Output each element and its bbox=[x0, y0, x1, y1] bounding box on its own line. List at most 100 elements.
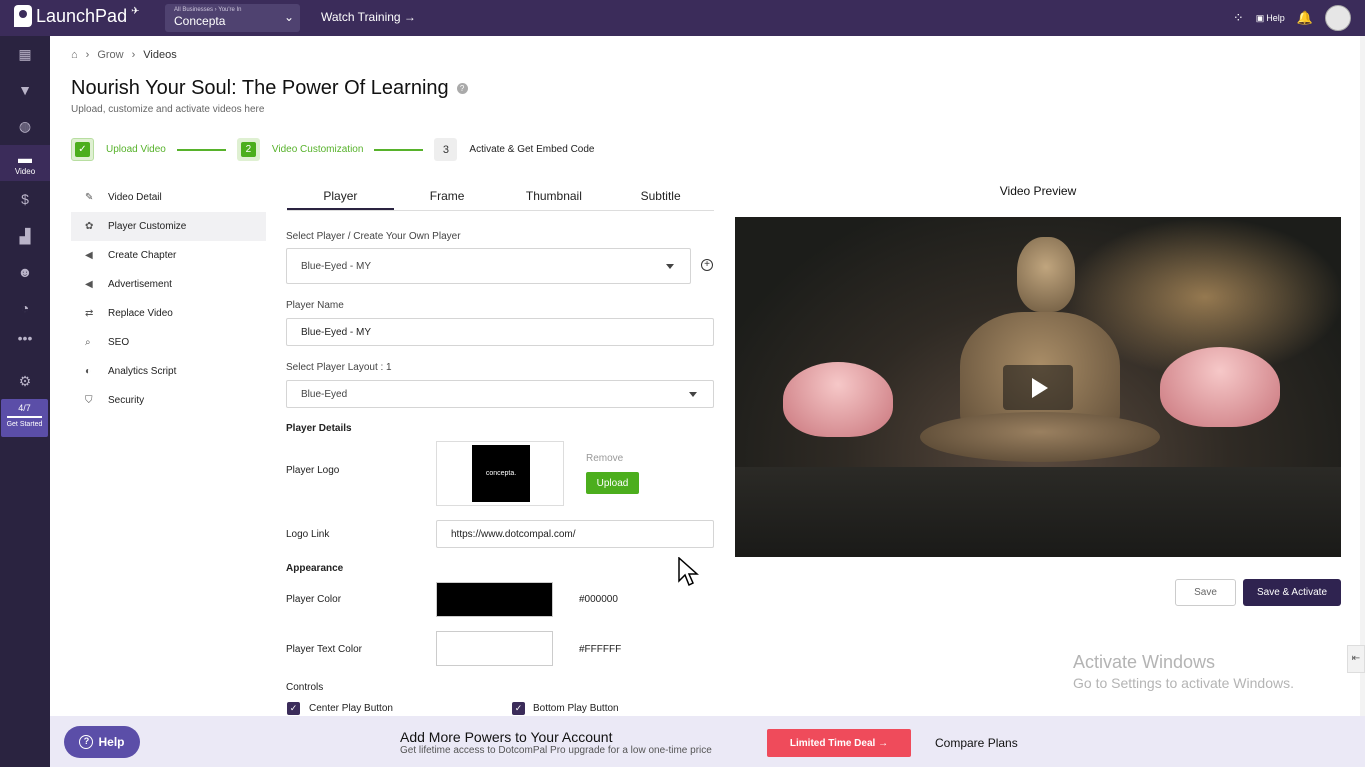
step-2-label[interactable]: Video Customization bbox=[272, 144, 364, 155]
player-text-color-swatch[interactable] bbox=[436, 631, 553, 666]
users-icon[interactable]: ☻ bbox=[0, 255, 50, 289]
business-selector[interactable]: All Businesses › You're In Concepta ⌄ bbox=[165, 4, 300, 32]
collapse-panel-icon[interactable]: ⇤ bbox=[1347, 645, 1365, 673]
watch-training-link[interactable]: Watch Training → bbox=[321, 10, 416, 24]
menu-item-advertisement[interactable]: ◀ Advertisement bbox=[71, 270, 266, 299]
bottom-play-checkbox[interactable]: ✓ bbox=[512, 702, 525, 715]
player-text-color-label: Player Text Color bbox=[286, 644, 362, 655]
player-color-hex: #000000 bbox=[579, 594, 618, 605]
promo-title: Add More Powers to Your Account bbox=[400, 729, 613, 745]
apps-grid-icon[interactable]: ⁘ bbox=[1233, 10, 1244, 26]
center-play-checkbox[interactable]: ✓ bbox=[287, 702, 300, 715]
tab-subtitle[interactable]: Subtitle bbox=[607, 181, 714, 210]
menu-item-seo[interactable]: ⌕ SEO bbox=[71, 328, 266, 357]
player-layout-dropdown[interactable]: Blue-Eyed bbox=[286, 380, 714, 408]
question-icon[interactable]: ? bbox=[456, 83, 468, 95]
breadcrumb-grow[interactable]: Grow bbox=[97, 49, 123, 61]
customize-menu: ✎ Video Detail ✿ Player Customize ◀ Create … bbox=[71, 183, 266, 415]
step-3-label[interactable]: Activate & Get Embed Code bbox=[469, 144, 594, 155]
swap-icon: ⇄ bbox=[85, 308, 94, 319]
select-player-label: Select Player / Create Your Own Player bbox=[286, 231, 461, 242]
video-play-button[interactable] bbox=[1003, 365, 1073, 410]
caret-down-icon bbox=[666, 264, 674, 269]
save-button[interactable]: Save bbox=[1175, 579, 1236, 606]
video-preview-title: Video Preview bbox=[999, 184, 1077, 198]
menu-item-label: Create Chapter bbox=[108, 250, 177, 261]
limited-time-deal-button[interactable]: Limited Time Deal → bbox=[767, 729, 911, 757]
select-player-value: Blue-Eyed - MY bbox=[301, 260, 372, 272]
breadcrumb: ⌂ › Grow › Videos bbox=[71, 49, 177, 61]
funnel-icon[interactable]: ▼ bbox=[0, 73, 50, 107]
dollar-icon[interactable]: $ bbox=[0, 182, 50, 216]
compare-plans-link[interactable]: Compare Plans bbox=[935, 736, 1018, 750]
menu-item-label: Player Customize bbox=[108, 221, 187, 232]
menu-item-label: Analytics Script bbox=[108, 366, 177, 377]
avatar[interactable] bbox=[1325, 5, 1351, 31]
promo-footer bbox=[50, 716, 1365, 767]
player-name-label: Player Name bbox=[286, 300, 344, 311]
megaphone-icon: ◀ bbox=[85, 279, 93, 290]
menu-item-security[interactable]: ⛉ Security bbox=[71, 386, 266, 415]
clock-icon[interactable]: ◔ bbox=[0, 291, 50, 325]
menu-item-analytics-script[interactable]: ◐ Analytics Script bbox=[71, 357, 266, 386]
player-color-label: Player Color bbox=[286, 594, 342, 605]
edit-icon: ✎ bbox=[85, 192, 94, 203]
page-scrollbar[interactable] bbox=[1360, 36, 1365, 716]
more-dots-icon[interactable]: ••• bbox=[0, 321, 50, 355]
gear-icon[interactable]: ⚙ bbox=[0, 364, 50, 398]
video-preview-player[interactable] bbox=[735, 217, 1341, 557]
upload-logo-button[interactable]: Upload bbox=[586, 472, 639, 494]
top-right-actions: ⁘ ▣ Help 🔔 bbox=[1233, 5, 1351, 31]
add-player-icon[interactable]: + bbox=[701, 259, 713, 271]
help-chat-icon: ▣ bbox=[1255, 12, 1265, 23]
bell-icon[interactable]: 🔔 bbox=[1297, 10, 1313, 26]
player-name-value: Blue-Eyed - MY bbox=[301, 326, 372, 338]
sidebar-item-video[interactable]: ▬ Video bbox=[0, 145, 50, 181]
select-player-dropdown[interactable]: Blue-Eyed - MY bbox=[286, 248, 691, 284]
rocket-icon: ✈ bbox=[131, 5, 140, 17]
step-2-box[interactable]: 2 bbox=[236, 138, 260, 161]
menu-item-video-detail[interactable]: ✎ Video Detail bbox=[71, 183, 266, 212]
step-2-num: 2 bbox=[240, 142, 256, 157]
tab-player[interactable]: Player bbox=[287, 181, 394, 210]
menu-item-label: Replace Video bbox=[108, 308, 173, 319]
bar-chart-icon[interactable]: ▟ bbox=[0, 219, 50, 253]
globe-icon[interactable]: ◍ bbox=[0, 109, 50, 143]
top-bar: LaunchPad ✈ All Businesses › You're In C… bbox=[0, 0, 1365, 36]
step-1-label[interactable]: Upload Video bbox=[106, 144, 166, 155]
home-icon[interactable]: ⌂ bbox=[71, 49, 78, 61]
player-color-swatch[interactable] bbox=[436, 582, 553, 617]
menu-item-replace-video[interactable]: ⇄ Replace Video bbox=[71, 299, 266, 328]
remove-logo-link[interactable]: Remove bbox=[586, 453, 623, 464]
player-details-heading: Player Details bbox=[286, 423, 352, 434]
get-started-bar bbox=[7, 416, 42, 418]
menu-item-create-chapter[interactable]: ◀ Create Chapter bbox=[71, 241, 266, 270]
windows-activation-watermark: Activate Windows Go to Settings to activ… bbox=[1073, 652, 1294, 691]
watermark-line-1: Activate Windows bbox=[1073, 652, 1216, 672]
megaphone-icon: ◀ bbox=[85, 250, 93, 261]
player-layout-label: Select Player Layout : 1 bbox=[286, 362, 392, 373]
tab-thumbnail[interactable]: Thumbnail bbox=[501, 181, 608, 210]
logo-link-input[interactable]: https://www.dotcompal.com/ bbox=[436, 520, 714, 548]
palette-icon: ✿ bbox=[85, 221, 94, 232]
dashboard-icon[interactable]: ▦ bbox=[0, 37, 50, 71]
help-button[interactable]: ? Help bbox=[64, 726, 140, 758]
brand-logo[interactable]: LaunchPad ✈ bbox=[14, 5, 139, 27]
tab-frame[interactable]: Frame bbox=[394, 181, 501, 210]
logo-link-value: https://www.dotcompal.com/ bbox=[451, 528, 576, 540]
step-1-box[interactable]: ✓ bbox=[71, 138, 94, 161]
player-name-input[interactable]: Blue-Eyed - MY bbox=[286, 318, 714, 346]
search-icon: ⌕ bbox=[85, 337, 91, 348]
step-3-box[interactable]: 3 bbox=[434, 138, 458, 161]
menu-item-player-customize[interactable]: ✿ Player Customize bbox=[71, 212, 266, 241]
controls-heading: Controls bbox=[286, 682, 324, 693]
page-subtitle: Upload, customize and activate videos he… bbox=[71, 104, 265, 115]
promo-subtitle: Get lifetime access to DotcomPal Pro upg… bbox=[400, 745, 712, 756]
help-button-label: Help bbox=[98, 735, 125, 749]
help-link[interactable]: ▣ Help bbox=[1256, 13, 1285, 24]
menu-item-label: SEO bbox=[108, 337, 130, 348]
menu-item-label: Advertisement bbox=[108, 279, 172, 290]
breadcrumb-videos[interactable]: Videos bbox=[143, 49, 176, 61]
save-activate-button[interactable]: Save & Activate bbox=[1243, 579, 1341, 606]
get-started-progress[interactable]: 4/7 Get Started bbox=[1, 399, 48, 437]
